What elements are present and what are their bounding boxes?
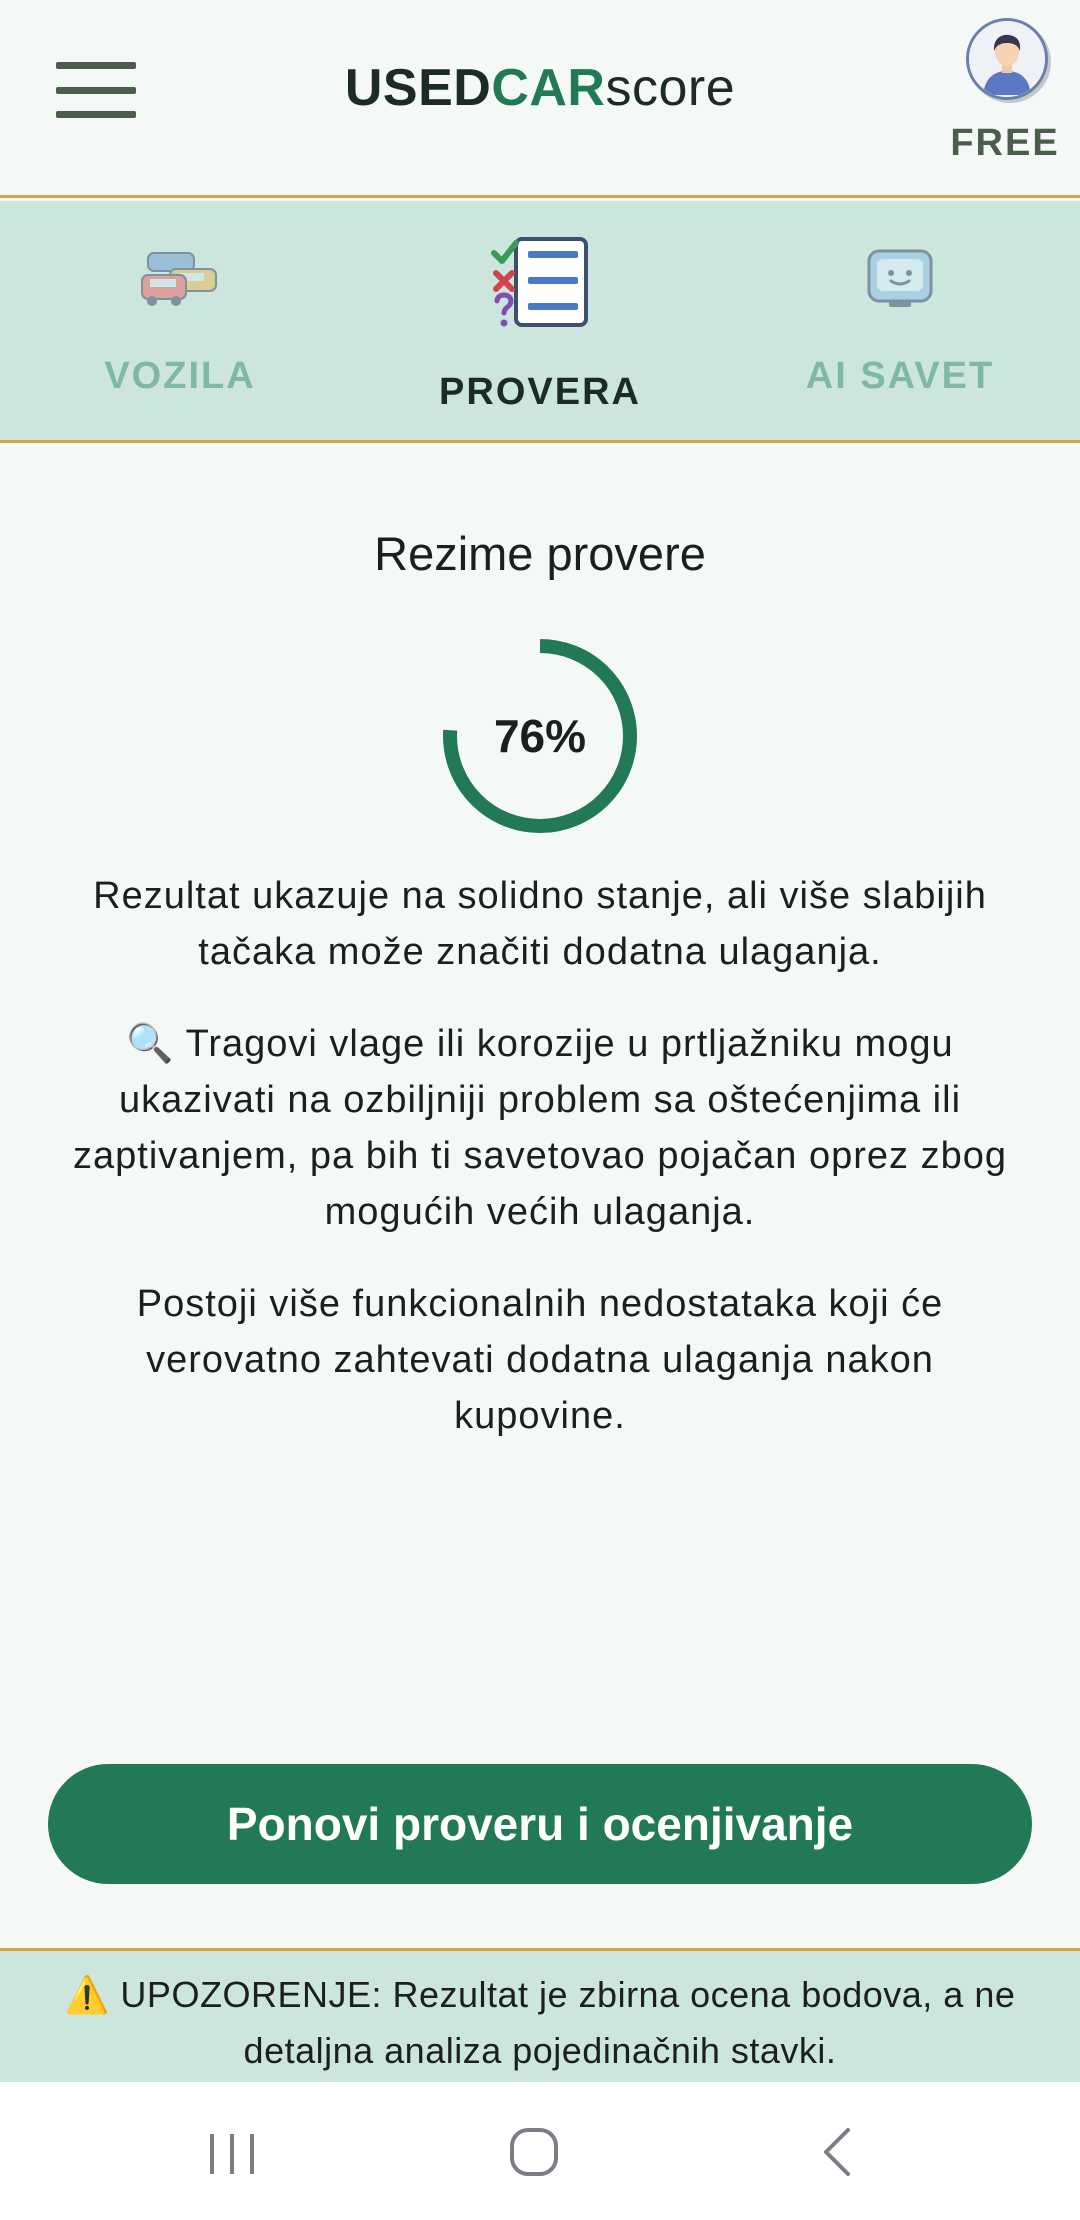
robot-icon bbox=[867, 249, 933, 307]
score-gauge: 76% bbox=[440, 636, 640, 836]
finding-text: 🔍 Tragovi vlage ili korozije u prtljažni… bbox=[73, 1023, 1007, 1233]
system-nav-bar bbox=[0, 2082, 1080, 2220]
page-title: Rezime provere bbox=[374, 527, 706, 580]
app-logo: USEDCARscore bbox=[0, 56, 1080, 120]
tab-vozila[interactable]: VOZILA bbox=[0, 201, 360, 440]
back-icon[interactable] bbox=[798, 2122, 878, 2182]
app-header: USEDCARscore FREE bbox=[0, 0, 1080, 198]
tab-bar: VOZILA PROVERA AI SAVET bbox=[0, 201, 1080, 443]
recent-apps-icon[interactable] bbox=[192, 2122, 272, 2182]
home-icon[interactable] bbox=[494, 2122, 574, 2182]
screen: USEDCARscore FREE VOZILA PROVERA AI SAVE… bbox=[0, 0, 1080, 2220]
tab-vozila-label: VOZILA bbox=[104, 355, 256, 397]
user-icon bbox=[969, 21, 1045, 97]
cars-icon bbox=[141, 252, 217, 306]
checklist-icon bbox=[491, 237, 588, 327]
tab-provera[interactable]: PROVERA bbox=[360, 201, 720, 440]
retry-button[interactable]: Ponovi proveru i ocenjivanje bbox=[48, 1764, 1032, 1884]
logo-used: USED bbox=[344, 59, 492, 117]
warning-banner: ⚠️ UPOZORENJE: Rezultat je zbirna ocena … bbox=[0, 1948, 1080, 2082]
logo-car: CAR bbox=[491, 59, 606, 117]
tab-ai-savet[interactable]: AI SAVET bbox=[720, 201, 1080, 440]
plan-badge: FREE bbox=[950, 122, 1060, 164]
summary-text: Rezultat ukazuje na solidno stanje, ali … bbox=[93, 875, 987, 973]
logo-score: score bbox=[605, 59, 736, 117]
tab-provera-label: PROVERA bbox=[439, 371, 641, 413]
tab-ai-savet-label: AI SAVET bbox=[805, 355, 995, 397]
score-value: 76% bbox=[493, 710, 587, 762]
conclusion-text: Postoji više funkcionalnih nedostataka k… bbox=[136, 1283, 944, 1437]
avatar[interactable] bbox=[966, 18, 1048, 100]
